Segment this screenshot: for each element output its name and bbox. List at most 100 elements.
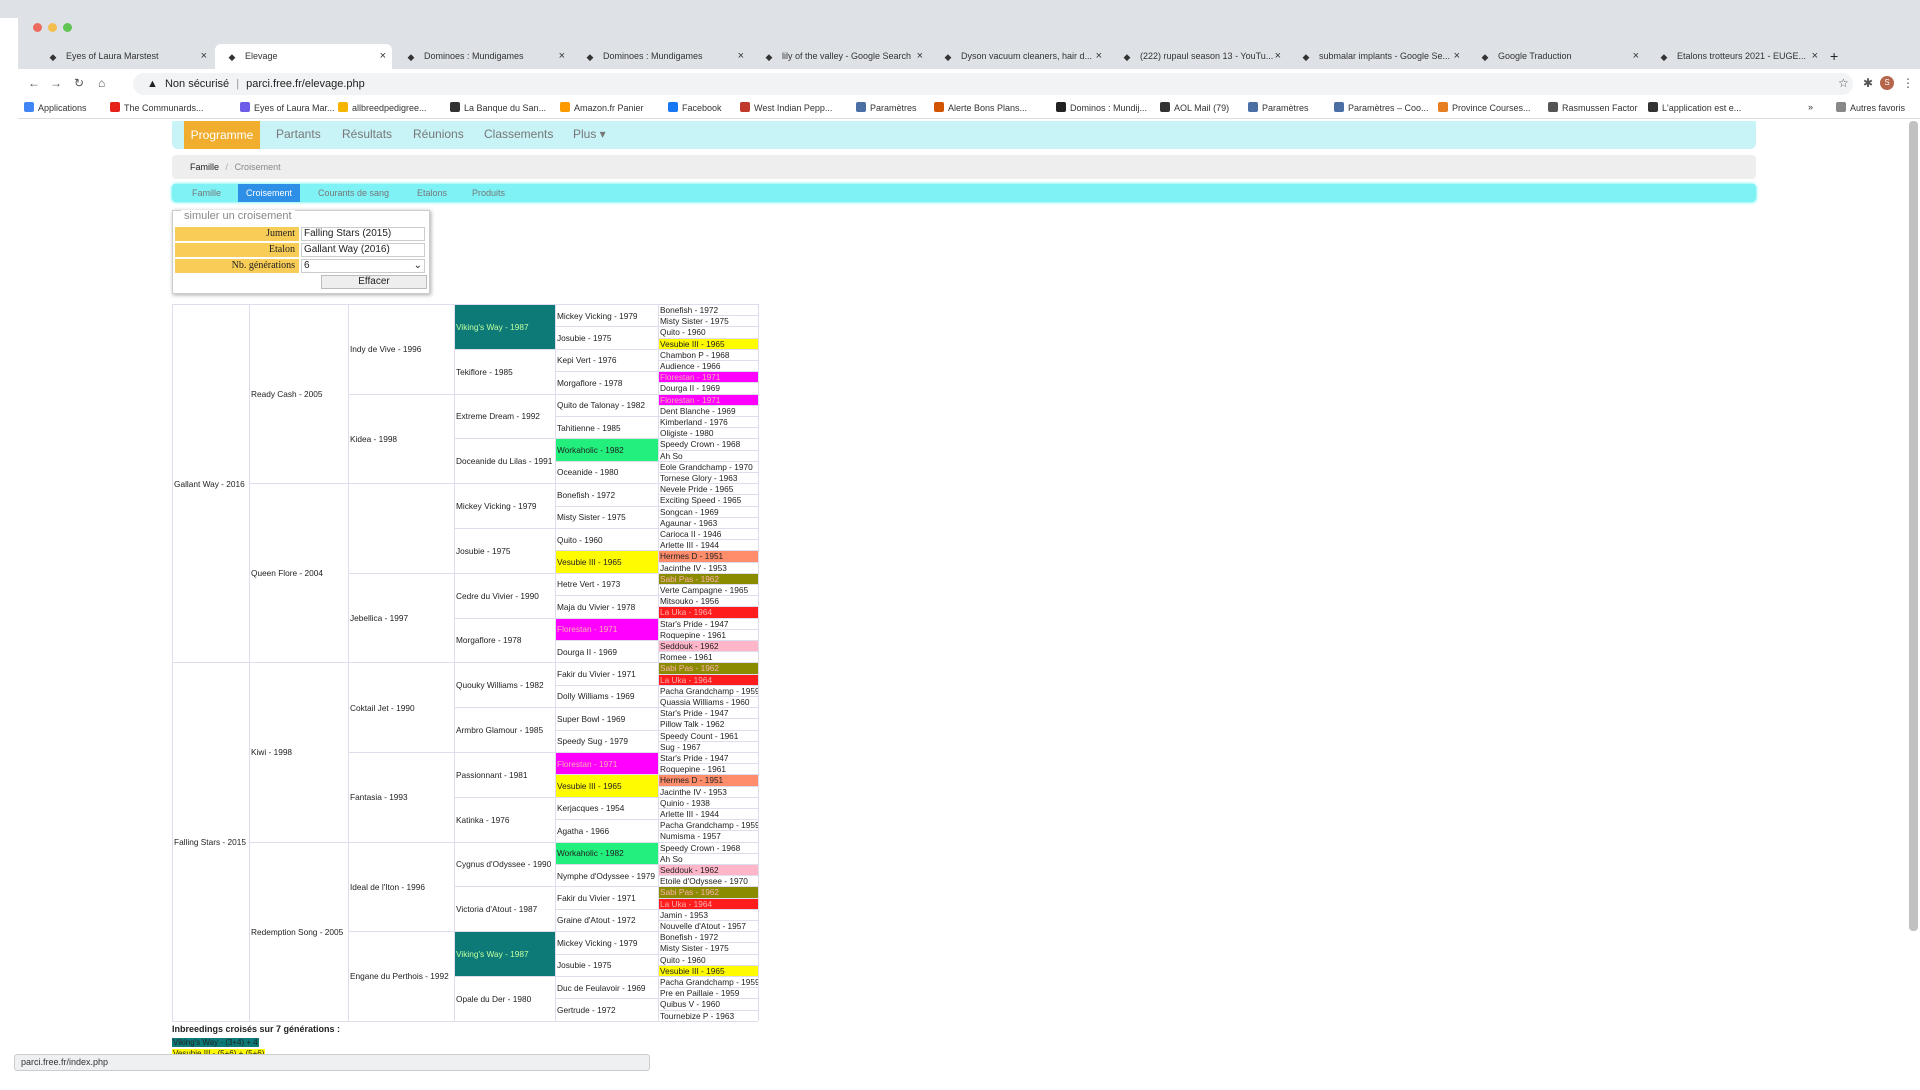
bookmark-item[interactable]: La Banque du San...	[450, 102, 546, 113]
pedigree-cell-g6[interactable]: Arlette III - 1944	[658, 539, 758, 551]
breadcrumb-home[interactable]: Famille	[190, 162, 219, 172]
pedigree-cell-g6[interactable]: La Uka - 1964	[658, 673, 758, 685]
browser-tab[interactable]: ◆ Google Traduction ×	[1468, 44, 1645, 69]
bookmark-item[interactable]: The Communards...	[110, 102, 204, 113]
close-icon[interactable]: ×	[917, 44, 923, 69]
pedigree-cell-g4[interactable]: Quouky Williams - 1982	[454, 662, 555, 708]
pedigree-cell-g6[interactable]: Quito - 1960	[658, 326, 758, 338]
close-icon[interactable]: ×	[1812, 44, 1818, 69]
close-icon[interactable]: ×	[1633, 44, 1639, 69]
menu-icon[interactable]: ⋮	[1902, 76, 1914, 90]
pedigree-cell-g5[interactable]: Josubie - 1975	[555, 953, 658, 976]
pedigree-cell-g6[interactable]: Quito - 1960	[658, 953, 758, 965]
subtab-courants[interactable]: Courants de sang	[318, 184, 389, 202]
close-icon[interactable]: ×	[738, 44, 744, 69]
pedigree-cell-g5[interactable]: Mickey Vicking - 1979	[555, 304, 658, 327]
pedigree-cell-g6[interactable]: Speedy Crown - 1968	[658, 438, 758, 450]
pedigree-cell-g6[interactable]: La Uka - 1964	[658, 606, 758, 618]
pedigree-cell-g6[interactable]: Star's Pride - 1947	[658, 617, 758, 629]
pedigree-cell-g3[interactable]: Engane du Perthois - 1992	[348, 931, 454, 1021]
pedigree-cell-g3[interactable]: Coktail Jet - 1990	[348, 662, 454, 752]
pedigree-cell-g5[interactable]: Bonefish - 1972	[555, 483, 658, 506]
pedigree-cell-g6[interactable]: Jacinthe IV - 1953	[658, 561, 758, 573]
browser-tab[interactable]: ◆ Eyes of Laura Marstest ×	[36, 44, 213, 69]
pedigree-cell-g5[interactable]: Tahitienne - 1985	[555, 416, 658, 439]
pedigree-cell-g4[interactable]: Cygnus d'Odyssee - 1990	[454, 841, 555, 887]
pedigree-cell-g5[interactable]: Morgaflore - 1978	[555, 371, 658, 394]
pedigree-cell-g6[interactable]: Pacha Grandchamp - 1959	[658, 976, 758, 988]
bookmark-item[interactable]: Paramètres	[856, 102, 917, 113]
browser-tab[interactable]: ◆ Dyson vacuum cleaners, hair d... ×	[931, 44, 1108, 69]
close-icon[interactable]: ×	[380, 44, 386, 69]
close-icon[interactable]: ×	[201, 44, 207, 69]
pedigree-cell-g3[interactable]: Fantasia - 1993	[348, 752, 454, 842]
mare-input[interactable]: Falling Stars (2015)	[301, 227, 425, 241]
pedigree-cell-g5[interactable]: Quito - 1960	[555, 528, 658, 551]
pedigree-cell-g6[interactable]: Florestan - 1971	[658, 393, 758, 405]
bookmark-item[interactable]: Dominos : Mundij...	[1056, 102, 1147, 113]
pedigree-cell-g6[interactable]: Pacha Grandchamp - 1959	[658, 819, 758, 831]
pedigree-cell-g3[interactable]: Indy de Vive - 1996	[348, 304, 454, 394]
pedigree-cell-g4[interactable]: Armbro Glamour - 1985	[454, 707, 555, 752]
pedigree-cell-g6[interactable]: Hermes D - 1951	[658, 774, 758, 786]
bookmark-item[interactable]: West Indian Pepp...	[740, 102, 832, 113]
bookmark-item[interactable]: Province Courses...	[1438, 102, 1531, 113]
pedigree-cell-g3[interactable]: Kidea - 1998	[348, 393, 454, 484]
pedigree-cell-g6[interactable]: Etoile d'Odyssee - 1970	[658, 875, 758, 887]
bookmark-item[interactable]: AOL Mail (79)	[1160, 102, 1229, 113]
pedigree-cell-g6[interactable]: Speedy Count - 1961	[658, 729, 758, 741]
close-icon[interactable]: ×	[1275, 44, 1281, 69]
pedigree-cell-g5[interactable]: Fakir du Vivier - 1971	[555, 886, 658, 909]
pedigree-cell-g4[interactable]: Mickey Vicking - 1979	[454, 483, 555, 528]
browser-tab[interactable]: ◆ submalar implants - Google Se... ×	[1289, 44, 1466, 69]
pedigree-cell-g6[interactable]: Ah So	[658, 852, 758, 864]
menu-classements[interactable]: Classements	[484, 127, 553, 141]
pedigree-cell-g4[interactable]: Victoria d'Atout - 1987	[454, 886, 555, 932]
pedigree-cell-g6[interactable]: Songcan - 1969	[658, 505, 758, 517]
bookmark-item[interactable]: Paramètres	[1248, 102, 1309, 113]
close-icon[interactable]: ×	[559, 44, 565, 69]
pedigree-cell-g6[interactable]: Bonefish - 1972	[658, 304, 758, 316]
browser-tab[interactable]: ◆ Dominoes : Mundigames ×	[394, 44, 571, 69]
bookmark-item[interactable]: Applications	[24, 102, 87, 113]
subtab-etalons[interactable]: Etalons	[417, 184, 447, 202]
pedigree-cell-g5[interactable]: Vesubie III - 1965	[555, 550, 658, 573]
pedigree-cell-g5[interactable]: Workaholic - 1982	[555, 438, 658, 461]
pedigree-cell-g6[interactable]: Eole Grandchamp - 1970	[658, 460, 758, 472]
bookmark-item[interactable]: allbreedpedigree...	[338, 102, 427, 113]
pedigree-cell-g6[interactable]: Nouvelle d'Atout - 1957	[658, 920, 758, 932]
pedigree-cell-g6[interactable]: Carioca II - 1946	[658, 528, 758, 540]
pedigree-cell-g5[interactable]: Speedy Sug - 1979	[555, 729, 658, 752]
close-icon[interactable]: ×	[1454, 44, 1460, 69]
pedigree-cell-g6[interactable]: Nevele Pride - 1965	[658, 483, 758, 495]
generations-select[interactable]: 6 ⌄	[301, 259, 425, 273]
pedigree-cell-g6[interactable]: Verte Campagne - 1965	[658, 584, 758, 596]
browser-tab[interactable]: ◆ Elevage ×	[215, 44, 392, 69]
close-window-icon[interactable]	[33, 23, 42, 32]
pedigree-cell-g5[interactable]: Super Bowl - 1969	[555, 707, 658, 730]
pedigree-cell-g6[interactable]: Pillow Talk - 1962	[658, 718, 758, 730]
pedigree-cell-g5[interactable]: Maja du Vivier - 1978	[555, 595, 658, 618]
menu-partants[interactable]: Partants	[276, 127, 321, 141]
pedigree-cell-g5[interactable]: Misty Sister - 1975	[555, 505, 658, 528]
pedigree-cell-g5[interactable]: Quito de Talonay - 1982	[555, 393, 658, 416]
pedigree-cell-g2[interactable]: Redemption Song - 2005	[249, 841, 348, 1021]
pedigree-cell-g6[interactable]: Roquepine - 1961	[658, 628, 758, 640]
profile-avatar[interactable]: S	[1880, 76, 1894, 90]
pedigree-cell-g6[interactable]: Arlette III - 1944	[658, 808, 758, 820]
pedigree-cell-g5[interactable]: Gertrude - 1972	[555, 998, 658, 1021]
pedigree-cell-g5[interactable]: Oceanide - 1980	[555, 460, 658, 484]
subtab-famille[interactable]: Famille	[192, 184, 221, 202]
pedigree-cell-g6[interactable]: La Uka - 1964	[658, 897, 758, 909]
pedigree-cell-g6[interactable]: Tornese Glory - 1963	[658, 472, 758, 484]
browser-tab[interactable]: ◆ (222) rupaul season 13 - YouTu... ×	[1110, 44, 1287, 69]
pedigree-cell-g5[interactable]: Fakir du Vivier - 1971	[555, 662, 658, 685]
pedigree-cell-g6[interactable]: Pacha Grandchamp - 1959	[658, 684, 758, 696]
pedigree-cell-g6[interactable]: Seddouk - 1962	[658, 640, 758, 652]
new-tab-icon[interactable]: +	[1830, 48, 1838, 64]
url-field[interactable]: ▲ Non sécurisé | parci.free.fr/elevage.p…	[133, 73, 1853, 95]
pedigree-cell-g6[interactable]: Kimberland - 1976	[658, 416, 758, 428]
pedigree-cell-g6[interactable]: Agaunar - 1963	[658, 516, 758, 528]
pedigree-cell-g6[interactable]: Jacinthe IV - 1953	[658, 785, 758, 797]
pedigree-cell-g5[interactable]: Graine d'Atout - 1972	[555, 908, 658, 932]
